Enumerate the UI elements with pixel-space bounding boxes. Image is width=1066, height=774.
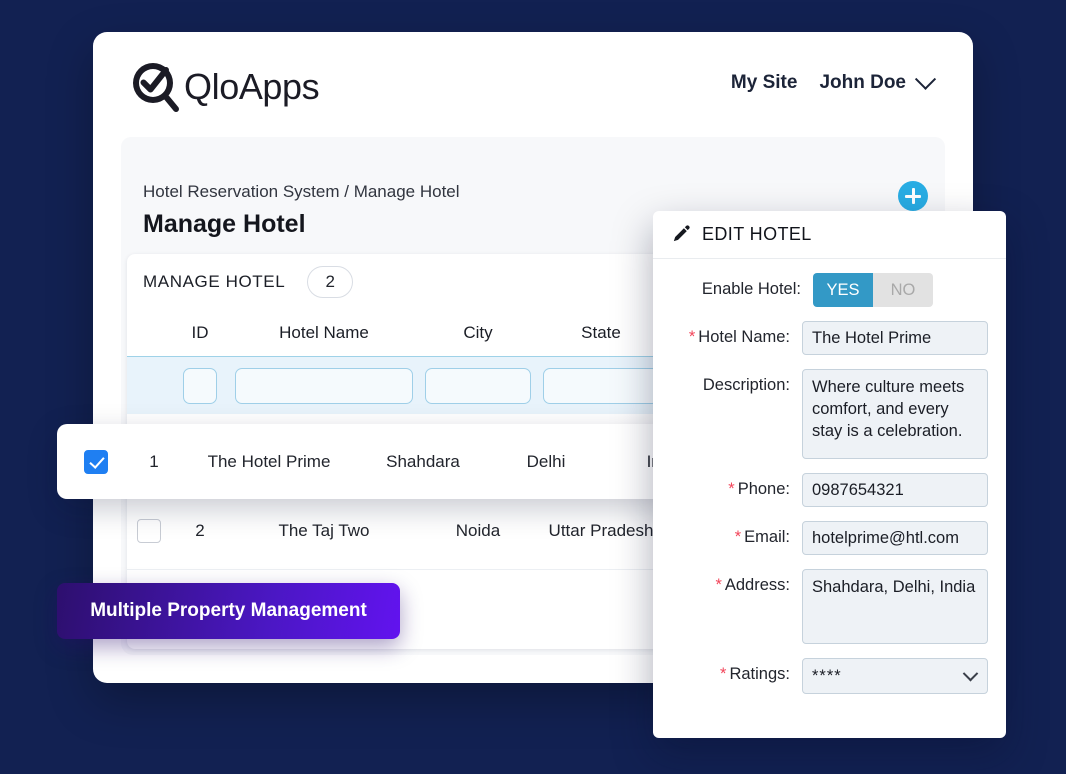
filter-cell-state bbox=[537, 368, 665, 404]
record-count-badge: 2 bbox=[307, 266, 353, 298]
chevron-down-icon bbox=[915, 68, 936, 89]
column-header-state[interactable]: State bbox=[537, 323, 665, 343]
feature-banner: Multiple Property Management bbox=[57, 583, 400, 639]
topbar-actions: My Site John Doe bbox=[731, 72, 933, 94]
column-header-hotel-name[interactable]: Hotel Name bbox=[229, 323, 419, 343]
column-header-city[interactable]: City bbox=[419, 323, 537, 343]
row-checkbox-cell bbox=[127, 519, 171, 543]
ratings-selected-value: **** bbox=[812, 667, 842, 686]
hotel-name-label-text: Hotel Name: bbox=[698, 328, 790, 346]
app-topbar: QloApps My Site John Doe bbox=[93, 32, 973, 137]
row-checkbox[interactable] bbox=[84, 450, 108, 474]
row-checkbox-cell bbox=[57, 450, 134, 474]
filter-input-id[interactable] bbox=[183, 368, 217, 404]
required-marker: * bbox=[715, 576, 721, 594]
field-enable-hotel: Enable Hotel: YES NO bbox=[653, 273, 1006, 307]
phone-label-text: Phone: bbox=[738, 480, 790, 498]
filter-input-state[interactable] bbox=[543, 368, 659, 404]
row-checkbox[interactable] bbox=[137, 519, 161, 543]
description-textarea[interactable]: Where culture meets comfort, and every s… bbox=[802, 369, 988, 459]
edit-hotel-panel-title: EDIT HOTEL bbox=[702, 224, 812, 245]
cell-hotel-name: The Hotel Prime bbox=[174, 452, 364, 472]
field-email: *Email: hotelprime@htl.com bbox=[653, 521, 1006, 555]
address-textarea[interactable]: Shahdara, Delhi, India bbox=[802, 569, 988, 644]
field-phone: *Phone: 0987654321 bbox=[653, 473, 1006, 507]
enable-hotel-label: Enable Hotel: bbox=[671, 273, 813, 299]
edit-hotel-panel-header: EDIT HOTEL bbox=[653, 211, 1006, 259]
field-ratings: *Ratings: **** bbox=[653, 658, 1006, 694]
filter-input-city[interactable] bbox=[425, 368, 531, 404]
table-card-title: MANAGE HOTEL bbox=[143, 272, 285, 292]
cell-state: Uttar Pradesh bbox=[537, 521, 665, 541]
user-name-label: John Doe bbox=[819, 72, 906, 94]
ratings-label: *Ratings: bbox=[671, 658, 802, 684]
cell-city: Noida bbox=[419, 521, 537, 541]
enable-hotel-toggle[interactable]: YES NO bbox=[813, 273, 933, 307]
ratings-label-text: Ratings: bbox=[729, 665, 790, 683]
highlighted-table-row[interactable]: 1 The Hotel Prime Shahdara Delhi India bbox=[57, 424, 673, 499]
page-title: Manage Hotel bbox=[143, 210, 460, 239]
field-description: Description: Where culture meets comfort… bbox=[653, 369, 1006, 459]
ratings-select[interactable]: **** bbox=[802, 658, 988, 694]
app-logo-text: QloApps bbox=[184, 66, 319, 108]
cell-state: Delhi bbox=[482, 452, 610, 472]
filter-input-hotel-name[interactable] bbox=[235, 368, 413, 404]
email-input[interactable]: hotelprime@htl.com bbox=[802, 521, 988, 555]
page-header: Hotel Reservation System / Manage Hotel … bbox=[143, 182, 460, 239]
edit-hotel-panel: EDIT HOTEL Enable Hotel: YES NO *Hotel N… bbox=[653, 211, 1006, 738]
toggle-option-yes[interactable]: YES bbox=[813, 273, 873, 307]
hotel-name-label: *Hotel Name: bbox=[671, 321, 802, 347]
email-label-text: Email: bbox=[744, 528, 790, 546]
pencil-icon bbox=[671, 225, 690, 244]
required-marker: * bbox=[735, 528, 741, 546]
required-marker: * bbox=[728, 480, 734, 498]
plus-circle-icon bbox=[898, 181, 928, 211]
phone-label: *Phone: bbox=[671, 473, 802, 499]
filter-cell-hotel-name bbox=[229, 368, 419, 404]
feature-banner-label: Multiple Property Management bbox=[90, 600, 367, 622]
address-label: *Address: bbox=[671, 569, 802, 595]
hotel-name-input[interactable]: The Hotel Prime bbox=[802, 321, 988, 355]
qloapps-check-magnifier-logo-icon bbox=[126, 59, 182, 115]
column-header-id[interactable]: ID bbox=[171, 323, 229, 343]
toggle-option-no[interactable]: NO bbox=[873, 273, 933, 307]
chevron-down-icon bbox=[963, 665, 979, 681]
required-marker: * bbox=[720, 665, 726, 683]
my-site-link[interactable]: My Site bbox=[731, 72, 798, 94]
cell-hotel-name: The Taj Two bbox=[229, 521, 419, 541]
user-menu[interactable]: John Doe bbox=[819, 72, 933, 94]
required-marker: * bbox=[689, 328, 695, 346]
breadcrumb[interactable]: Hotel Reservation System / Manage Hotel bbox=[143, 182, 460, 202]
field-address: *Address: Shahdara, Delhi, India bbox=[653, 569, 1006, 644]
filter-cell-city bbox=[419, 368, 537, 404]
field-hotel-name: *Hotel Name: The Hotel Prime bbox=[653, 321, 1006, 355]
filter-cell-id bbox=[171, 368, 229, 404]
cell-id: 2 bbox=[171, 521, 229, 541]
cell-id: 1 bbox=[134, 452, 174, 472]
app-logo[interactable]: QloApps bbox=[126, 59, 319, 115]
phone-input[interactable]: 0987654321 bbox=[802, 473, 988, 507]
email-label: *Email: bbox=[671, 521, 802, 547]
description-label: Description: bbox=[671, 369, 802, 395]
cell-city: Shahdara bbox=[364, 452, 482, 472]
address-label-text: Address: bbox=[725, 576, 790, 594]
